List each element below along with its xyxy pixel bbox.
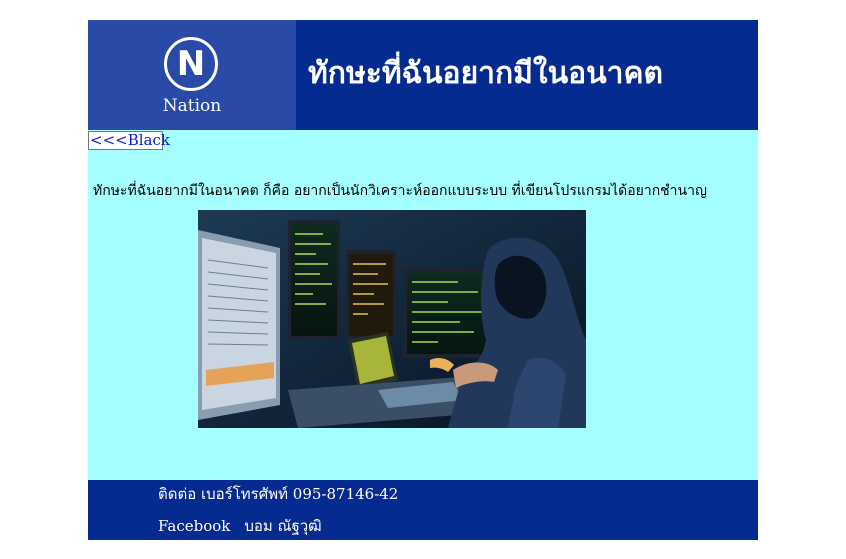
nation-logo: N Nation [88,20,296,130]
intro-text: ทักษะที่ฉันอยากมีในอนาคต ก็คือ อยากเป็นน… [93,183,707,199]
header-banner: N Nation ทักษะที่ฉันอยากมีในอนาคต [88,20,758,130]
page-container: N Nation ทักษะที่ฉันอยากมีในอนาคต <<<Bla… [88,20,758,540]
main-content: <<<Black ทักษะที่ฉันอยากมีในอนาคต ก็คือ … [88,130,758,480]
page-title: ทักษะที่ฉันอยากมีในอนาคต [308,56,664,91]
logo-text: Nation [162,96,222,116]
facebook-label: Facebook [158,517,231,535]
back-link[interactable]: <<<Black [88,131,170,150]
contact-phone: ติดต่อ เบอร์โทรศัพท์ 095-87146-42 [158,485,399,503]
logo-circle-icon: N [164,37,218,91]
logo-letter: N [176,44,206,84]
footer: ติดต่อ เบอร์โทรศัพท์ 095-87146-42 Facebo… [88,480,758,540]
facebook-contact: Facebook บอม ณัฐวุฒิ [158,514,322,538]
facebook-name: บอม ณัฐวุฒิ [244,517,322,535]
hacker-monitors-illustration [198,210,586,428]
hero-image [198,210,586,428]
